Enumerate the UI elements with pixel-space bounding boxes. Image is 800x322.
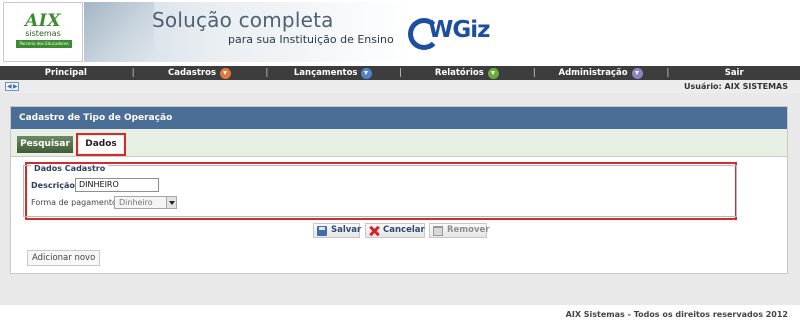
descricao-label: Descrição : xyxy=(31,181,81,190)
nav-item-label: Sair xyxy=(724,68,744,78)
nav-item-label: Cadastros xyxy=(168,68,217,78)
remove-button-label: Remover xyxy=(447,225,490,235)
logo-tagline: Parceria dos Educadores xyxy=(16,40,72,48)
banner-image: Solução completa para sua Instituição de… xyxy=(84,2,800,62)
user-bar xyxy=(0,80,800,93)
remove-button[interactable]: Remover xyxy=(429,223,490,238)
banner-subline: para sua Instituição de Ensino xyxy=(228,33,394,46)
floppy-disk-icon xyxy=(317,226,327,236)
nav-item-label: Lançamentos xyxy=(293,68,358,78)
fieldset-legend: Dados Cadastro xyxy=(31,164,109,173)
expand-arrows-icon[interactable]: ◀ ▶ xyxy=(5,82,19,91)
logo-name: AIX xyxy=(25,11,61,31)
company-logo[interactable]: AIX sistemas Parceria dos Educadores xyxy=(3,2,83,62)
logo-subtitle: sistemas xyxy=(25,29,61,38)
chevron-down-icon xyxy=(220,67,232,79)
nav-item-administracao[interactable]: Administração xyxy=(535,67,667,79)
current-user-label: Usuário: AIX SISTEMAS xyxy=(684,82,788,91)
product-logo-text: WGiz xyxy=(428,17,491,43)
tab-strip: Pesquisar Dados xyxy=(11,129,787,157)
tab-pesquisar[interactable]: Pesquisar xyxy=(17,136,73,153)
tab-dados[interactable]: Dados xyxy=(76,133,126,156)
nav-item-label: Principal xyxy=(44,68,87,78)
forma-pagamento-value: Dinheiro xyxy=(119,198,153,207)
nav-item-principal[interactable]: Principal xyxy=(0,68,132,78)
nav-item-label: Relatórios xyxy=(434,68,484,78)
forma-pagamento-select[interactable]: Dinheiro xyxy=(114,196,177,209)
chevron-down-icon xyxy=(487,67,499,79)
operation-type-panel: Cadastro de Tipo de Operação Pesquisar D… xyxy=(10,106,788,274)
banner-headline: Solução completa xyxy=(152,8,334,32)
chevron-down-icon xyxy=(631,67,643,79)
main-nav: Principal | Cadastros | Lançamentos | Re… xyxy=(0,66,800,80)
nav-item-cadastros[interactable]: Cadastros xyxy=(134,67,266,79)
save-button[interactable]: Salvar xyxy=(313,223,362,238)
panel-title: Cadastro de Tipo de Operação xyxy=(11,107,787,129)
save-button-label: Salvar xyxy=(331,225,362,235)
forma-pagamento-label: Forma de pagamento : xyxy=(31,198,123,207)
nav-item-lancamentos[interactable]: Lançamentos xyxy=(267,67,399,79)
product-logo: WGiz xyxy=(408,12,498,50)
add-new-button[interactable]: Adicionar novo xyxy=(27,250,101,266)
page: AIX sistemas Parceria dos Educadores Sol… xyxy=(0,0,800,322)
banner-decoration xyxy=(84,2,154,62)
nav-item-label: Administração xyxy=(558,68,628,78)
descricao-input[interactable]: DINHEIRO xyxy=(75,178,159,192)
chevron-down-icon xyxy=(361,67,373,79)
nav-item-relatorios[interactable]: Relatórios xyxy=(401,67,533,79)
cancel-button-label: Cancelar xyxy=(383,225,425,235)
footer-copyright: AIX Sistemas - Todos os direitos reserva… xyxy=(565,310,788,319)
nav-item-sair[interactable]: Sair xyxy=(668,68,800,78)
header-banner: AIX sistemas Parceria dos Educadores Sol… xyxy=(0,0,800,64)
cancel-button[interactable]: Cancelar xyxy=(365,223,425,238)
chevron-down-icon xyxy=(166,197,176,208)
trash-icon xyxy=(433,226,443,236)
close-icon xyxy=(369,226,379,236)
